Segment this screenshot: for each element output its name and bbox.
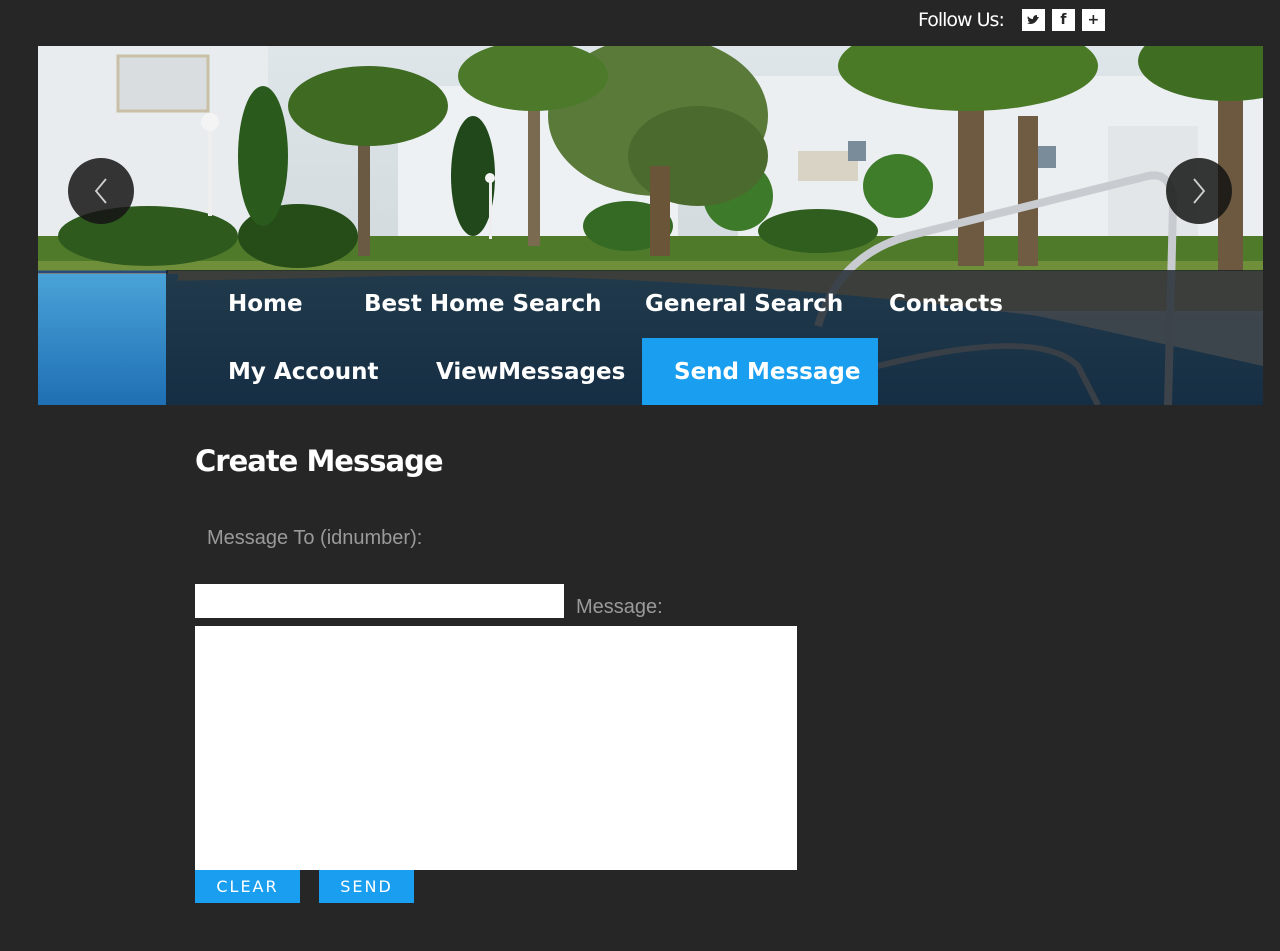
nav-item-my-account[interactable]: My Account: [196, 338, 411, 405]
nav-item-general-search[interactable]: General Search: [613, 270, 875, 337]
clear-button[interactable]: CLEAR: [195, 870, 300, 903]
message-to-label: Message To (idnumber):: [207, 527, 423, 549]
main-nav: Home Best Home Search General Search Con…: [166, 270, 1263, 405]
hero-banner: Home Best Home Search General Search Con…: [38, 46, 1263, 405]
page-title: Create Message: [195, 444, 443, 478]
follow-label: Follow Us:: [918, 9, 1005, 31]
send-button[interactable]: SEND: [319, 870, 414, 903]
facebook-icon[interactable]: f: [1051, 9, 1075, 31]
message-label: Message:: [576, 596, 663, 618]
message-textarea[interactable]: [195, 626, 797, 870]
chevron-left-icon: [94, 178, 107, 204]
carousel-next-button[interactable]: [1166, 158, 1232, 224]
nav-item-home[interactable]: Home: [196, 270, 335, 337]
chevron-right-icon: [1193, 178, 1206, 204]
nav-item-send-message[interactable]: Send Message: [642, 338, 878, 405]
plus-icon[interactable]: +: [1081, 9, 1105, 31]
nav-item-best-home-search[interactable]: Best Home Search: [332, 270, 633, 337]
follow-bar: Follow Us: f +: [918, 6, 1112, 34]
twitter-icon[interactable]: [1021, 9, 1045, 31]
nav-item-view-messages[interactable]: ViewMessages: [404, 338, 657, 405]
nav-item-contacts[interactable]: Contacts: [857, 270, 1035, 337]
message-to-input[interactable]: [195, 584, 564, 618]
carousel-prev-button[interactable]: [68, 158, 134, 224]
